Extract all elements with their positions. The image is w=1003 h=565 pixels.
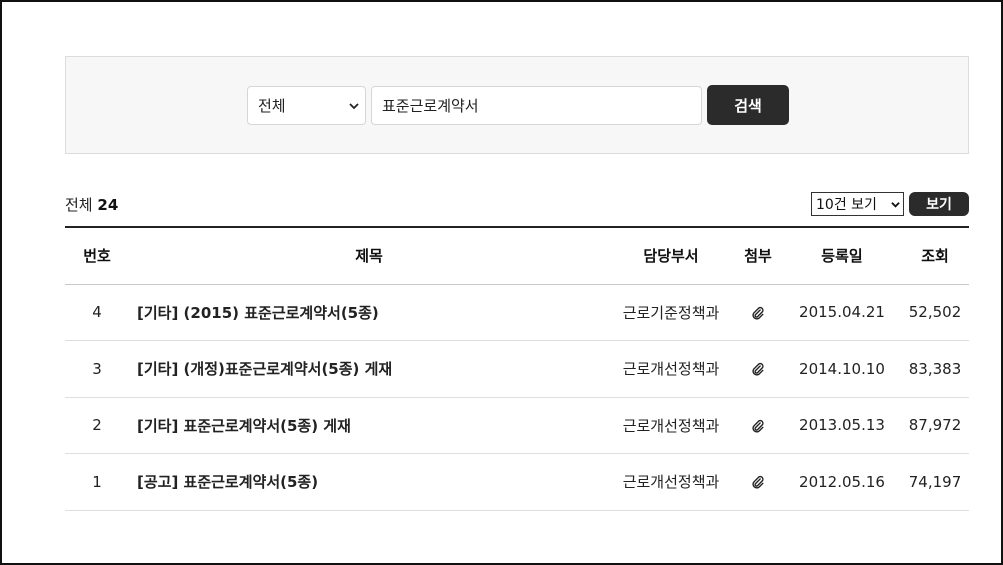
table-row: 3 [기타] (개정)표준근로계약서(5종) 게재 근로개선정책과 2014.1…	[65, 340, 969, 398]
row-title-link[interactable]: [기타] 표준근로계약서(5종) 게재	[129, 397, 609, 454]
row-attachment[interactable]	[733, 284, 783, 341]
table-row: 4 [기타] (2015) 표준근로계약서(5종) 근로기준정책과 2015.0…	[65, 284, 969, 341]
paperclip-icon[interactable]	[751, 419, 765, 433]
header-attachment: 첨부	[733, 227, 783, 285]
header-dept: 담당부서	[609, 227, 733, 285]
paperclip-icon[interactable]	[751, 306, 765, 320]
row-title-link[interactable]: [기타] (개정)표준근로계약서(5종) 게재	[129, 340, 609, 398]
total-count-label: 전체 24	[65, 194, 118, 215]
row-views: 87,972	[901, 397, 969, 454]
view-button[interactable]: 보기	[909, 192, 969, 216]
page-frame: 전체 표준근로계약서 검색 전체 24 10건 보기 보기 번호 제목 담당부서…	[0, 0, 1003, 565]
row-dept: 근로개선정책과	[609, 340, 733, 398]
row-no: 4	[65, 284, 129, 341]
row-title-link[interactable]: [공고] 표준근로계약서(5종)	[129, 453, 609, 511]
per-page-value: 10건 보기	[816, 197, 877, 213]
search-button[interactable]: 검색	[707, 85, 789, 125]
row-views: 83,383	[901, 340, 969, 398]
header-views: 조회	[901, 227, 969, 285]
search-scope-value: 전체	[258, 97, 286, 115]
header-title: 제목	[129, 227, 609, 285]
chevron-down-icon	[891, 202, 900, 208]
search-input[interactable]: 표준근로계약서	[371, 86, 702, 125]
row-date: 2012.05.16	[783, 453, 901, 511]
table-row: 1 [공고] 표준근로계약서(5종) 근로개선정책과 2012.05.16 74…	[65, 453, 969, 511]
row-views: 74,197	[901, 453, 969, 511]
table-header-row: 번호 제목 담당부서 첨부 등록일 조회	[65, 227, 969, 285]
row-dept: 근로기준정책과	[609, 284, 733, 341]
table-row: 2 [기타] 표준근로계약서(5종) 게재 근로개선정책과 2013.05.13…	[65, 397, 969, 454]
row-attachment[interactable]	[733, 397, 783, 454]
header-date: 등록일	[783, 227, 901, 285]
search-panel: 전체 표준근로계약서 검색	[65, 56, 969, 154]
row-no: 1	[65, 453, 129, 511]
paperclip-icon[interactable]	[751, 475, 765, 489]
total-count: 24	[97, 196, 119, 214]
row-dept: 근로개선정책과	[609, 453, 733, 511]
row-dept: 근로개선정책과	[609, 397, 733, 454]
row-views: 52,502	[901, 284, 969, 341]
row-attachment[interactable]	[733, 340, 783, 398]
per-page-select[interactable]: 10건 보기	[811, 192, 904, 216]
row-attachment[interactable]	[733, 453, 783, 511]
row-no: 3	[65, 340, 129, 398]
search-scope-select[interactable]: 전체	[247, 86, 366, 125]
paperclip-icon[interactable]	[751, 362, 765, 376]
row-no: 2	[65, 397, 129, 454]
header-no: 번호	[65, 227, 129, 285]
row-date: 2014.10.10	[783, 340, 901, 398]
row-title-link[interactable]: [기타] (2015) 표준근로계약서(5종)	[129, 284, 609, 341]
board-table: 번호 제목 담당부서 첨부 등록일 조회 4 [기타] (2015) 표준근로계…	[65, 226, 969, 511]
row-date: 2013.05.13	[783, 397, 901, 454]
total-label: 전체	[65, 196, 93, 214]
row-date: 2015.04.21	[783, 284, 901, 341]
chevron-down-icon	[349, 103, 359, 110]
search-input-value: 표준근로계약서	[382, 97, 479, 115]
